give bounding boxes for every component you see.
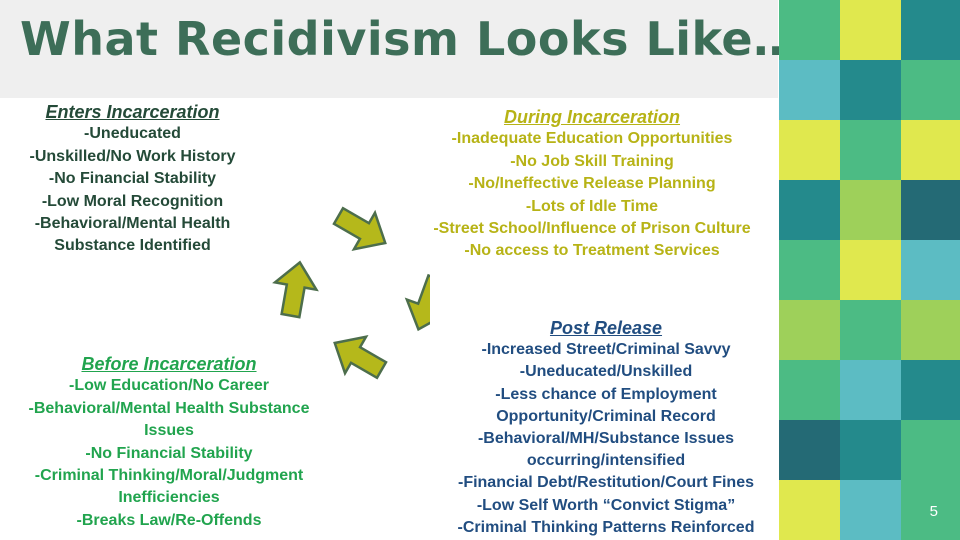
arrow-down-icon <box>404 273 430 332</box>
block-line: -Street School/Influence of Prison Cultu… <box>433 220 751 238</box>
block-line: -Uneducated <box>84 125 181 143</box>
mosaic-tile <box>779 360 840 420</box>
title-bar: What Recidivism Looks Like… <box>0 0 799 98</box>
mosaic-tile <box>901 120 960 180</box>
mosaic-tile <box>901 180 960 240</box>
block-line: -No/Ineffective Release Planning <box>468 175 716 193</box>
arrow-left-icon <box>333 335 388 380</box>
block-line: -Increased Street/Criminal Savvy <box>481 341 731 359</box>
mosaic-tile <box>779 120 840 180</box>
block-line: -Financial Debt/Restitution/Court Fines <box>457 474 754 492</box>
enters-incarceration-block: Enters Incarceration -Uneducated -Unskille… <box>0 101 265 258</box>
arrow-up-icon <box>272 260 319 319</box>
mosaic-tile <box>779 60 840 120</box>
mosaic-tile <box>779 0 840 60</box>
block-line: -Inadequate Education Opportunities <box>451 130 733 148</box>
mosaic-tile <box>840 240 901 300</box>
mosaic-tile <box>901 300 960 360</box>
arrow-right-up-icon <box>332 206 387 251</box>
during-incarceration-block: During Incarceration -Inadequate Educatio… <box>403 106 781 263</box>
block-line: -Lots of Idle Time <box>525 197 659 215</box>
block-line: -Criminal Thinking Patterns Reinforced <box>457 518 755 536</box>
block-line: -Behavioral/Mental Health <box>34 215 231 233</box>
block-line: -Behavioral/MH/Substance Issues <box>477 430 735 448</box>
slide-title: What Recidivism Looks Like… <box>20 12 800 66</box>
mosaic-tile <box>779 420 840 480</box>
block-line: -Unskilled/No Work History <box>29 147 236 165</box>
mosaic-tile <box>901 420 960 480</box>
mosaic-tile <box>901 60 960 120</box>
block-line: Substance Identified <box>54 237 211 255</box>
mosaic-tile <box>840 180 901 240</box>
color-mosaic <box>779 0 960 540</box>
mosaic-tile <box>779 180 840 240</box>
mosaic-tile <box>901 0 960 60</box>
cycle-arrows <box>272 206 430 380</box>
mosaic-tile <box>779 480 840 540</box>
mosaic-tile <box>840 120 901 180</box>
block-line: -No Financial Stability <box>48 170 217 188</box>
block-line: Issues <box>144 422 194 440</box>
block-line: -No Financial Stability <box>85 444 253 462</box>
mosaic-tile <box>901 360 960 420</box>
block-line: -Low Self Worth “Convict Stigma” <box>476 496 736 514</box>
block-line: Opportunity/Criminal Record <box>496 407 716 425</box>
block-line: -No Job Skill Training <box>510 152 674 170</box>
mosaic-tile <box>840 300 901 360</box>
block-line: occurring/intensified <box>526 452 686 470</box>
block-line: -Uneducated/Unskilled <box>519 363 693 381</box>
block-line: -Less chance of Employment <box>495 385 717 403</box>
mosaic-tile <box>840 360 901 420</box>
post-release-block: Post Release -Increased Street/Criminal S… <box>430 317 782 539</box>
block-line: -Breaks Law/Re-Offends <box>76 511 262 529</box>
mosaic-tile <box>901 240 960 300</box>
block-line: -No access to Treatment Services <box>464 242 720 260</box>
mosaic-tile <box>779 300 840 360</box>
block-heading: During Incarceration <box>503 107 681 127</box>
mosaic-tile <box>779 240 840 300</box>
slide-number: 5 <box>929 503 938 520</box>
mosaic-tile <box>840 60 901 120</box>
mosaic-tile <box>840 480 901 540</box>
block-heading: Enters Incarceration <box>45 102 220 122</box>
mosaic-tile <box>840 0 901 60</box>
mosaic-tile <box>840 420 901 480</box>
block-line: -Behavioral/Mental Health Substance <box>28 399 310 417</box>
block-line: -Low Moral Recognition <box>41 192 224 210</box>
block-line: Inefficiencies <box>118 489 220 507</box>
block-line: -Criminal Thinking/Moral/Judgment <box>34 467 304 485</box>
block-heading: Post Release <box>549 318 663 338</box>
